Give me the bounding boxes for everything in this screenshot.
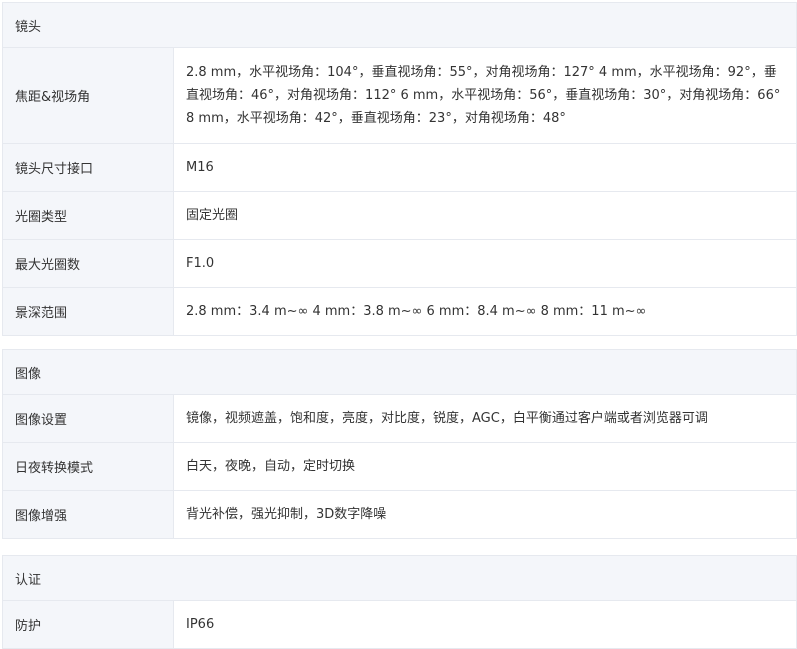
spec-value: 背光补偿，强光抑制，3D数字降噪 [186, 507, 387, 522]
spec-key: 镜头尺寸接口 [3, 144, 174, 191]
spec-key: 景深范围 [3, 288, 174, 335]
spec-key: 焦距&视场角 [3, 48, 174, 143]
spec-value: 2.8 mm：3.4 m~∞ 4 mm：3.8 m~∞ 6 mm：8.4 m~∞… [186, 304, 647, 319]
table-row: 镜头尺寸接口 M16 [2, 144, 797, 192]
table-row: 焦距&视场角 2.8 mm，水平视场角：104°，垂直视场角：55°，对角视场角… [2, 48, 797, 144]
section-title: 认证 [2, 555, 797, 601]
spec-value: 2.8 mm，水平视场角：104°，垂直视场角：55°，对角视场角：127° 4… [186, 65, 781, 126]
spec-key: 最大光圈数 [3, 240, 174, 287]
cert-section: 认证 防护 IP66 [2, 555, 797, 649]
spec-key: 日夜转换模式 [3, 443, 174, 490]
spec-key: 图像设置 [3, 395, 174, 442]
table-row: 日夜转换模式 白天，夜晚，自动，定时切换 [2, 443, 797, 491]
lens-section: 镜头 焦距&视场角 2.8 mm，水平视场角：104°，垂直视场角：55°，对角… [2, 2, 797, 336]
spec-value: 固定光圈 [186, 208, 239, 223]
spec-value: IP66 [186, 617, 215, 632]
section-title: 图像 [2, 349, 797, 395]
spec-value: F1.0 [186, 256, 215, 271]
table-row: 防护 IP66 [2, 601, 797, 649]
spec-value: 白天，夜晚，自动，定时切换 [186, 459, 356, 474]
spec-key: 防护 [3, 601, 174, 648]
spec-key: 图像增强 [3, 491, 174, 538]
spec-value: M16 [186, 160, 214, 175]
table-row: 图像设置 镜像，视频遮盖，饱和度，亮度，对比度，锐度，AGC，白平衡通过客户端或… [2, 395, 797, 443]
image-section: 图像 图像设置 镜像，视频遮盖，饱和度，亮度，对比度，锐度，AGC，白平衡通过客… [2, 349, 797, 539]
section-title: 镜头 [2, 2, 797, 48]
spec-value: 镜像，视频遮盖，饱和度，亮度，对比度，锐度，AGC，白平衡通过客户端或者浏览器可… [186, 411, 708, 426]
table-row: 图像增强 背光补偿，强光抑制，3D数字降噪 [2, 491, 797, 539]
spec-key: 光圈类型 [3, 192, 174, 239]
table-row: 最大光圈数 F1.0 [2, 240, 797, 288]
table-row: 光圈类型 固定光圈 [2, 192, 797, 240]
table-row: 景深范围 2.8 mm：3.4 m~∞ 4 mm：3.8 m~∞ 6 mm：8.… [2, 288, 797, 336]
